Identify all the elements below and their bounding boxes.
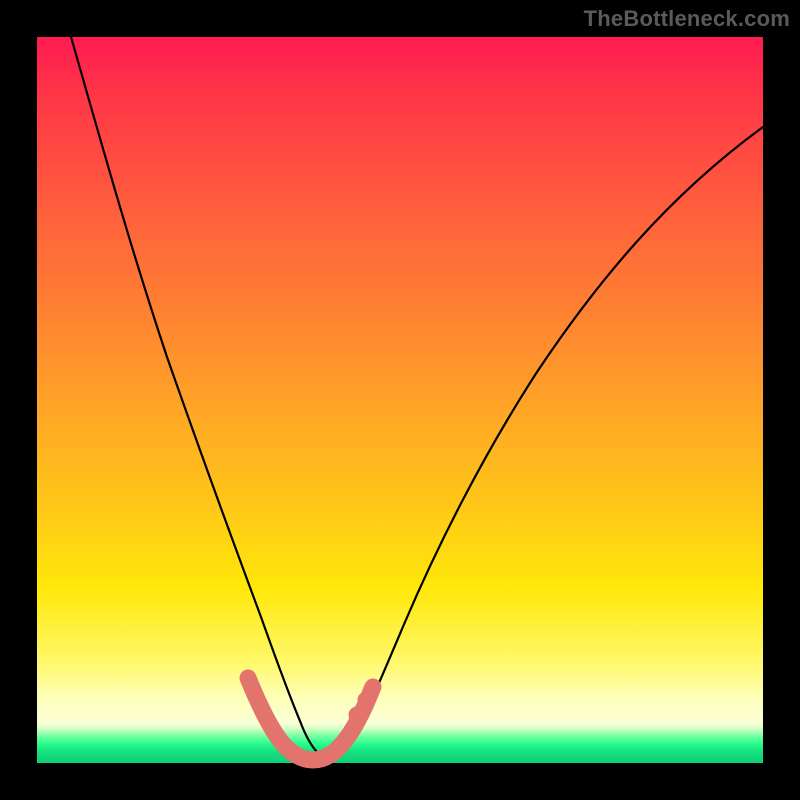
chart-stage: TheBottleneck.com — [0, 0, 800, 800]
chart-svg — [37, 37, 763, 763]
valley-marker-dot — [365, 679, 382, 696]
plot-area — [37, 37, 763, 763]
attribution-text: TheBottleneck.com — [584, 6, 790, 32]
bottleneck-curve — [71, 37, 763, 758]
valley-marker-dot — [349, 707, 366, 724]
